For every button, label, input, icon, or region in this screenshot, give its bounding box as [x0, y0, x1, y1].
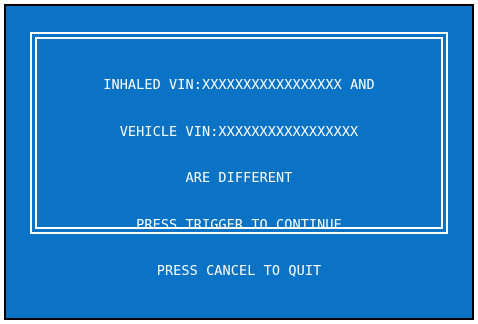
- dialog-inner-border: INHALED VIN:XXXXXXXXXXXXXXXXX AND VEHICL…: [35, 37, 443, 279]
- dialog-message: INHALED VIN:XXXXXXXXXXXXXXXXX AND VEHICL…: [37, 47, 441, 311]
- device-screen: INHALED VIN:XXXXXXXXXXXXXXXXX AND VEHICL…: [4, 4, 474, 320]
- message-line-press-cancel: PRESS CANCEL TO QUIT: [156, 263, 322, 279]
- vin-mismatch-dialog: INHALED VIN:XXXXXXXXXXXXXXXXX AND VEHICL…: [30, 32, 448, 279]
- message-line-are-different: ARE DIFFERENT: [185, 170, 293, 186]
- message-line-vehicle-vin: VEHICLE VIN:XXXXXXXXXXXXXXXXX: [119, 123, 359, 140]
- message-line-inhaled-vin: INHALED VIN:XXXXXXXXXXXXXXXXX AND: [103, 77, 375, 93]
- message-line-press-trigger: PRESS TRIGGER TO CONTINUE: [136, 216, 342, 233]
